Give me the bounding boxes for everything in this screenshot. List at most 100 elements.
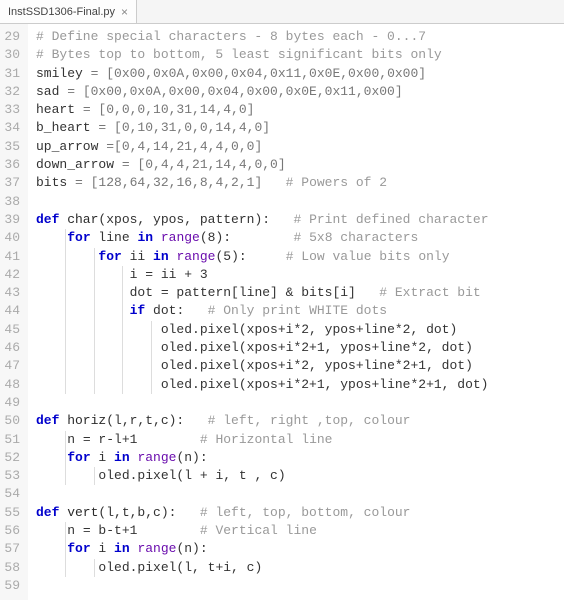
code-line[interactable]: # Bytes top to bottom, 5 least significa… [36,46,556,64]
code-line[interactable]: oled.pixel(xpos+i*2, ypos+line*2+1, dot) [36,357,556,375]
code-line[interactable]: def vert(l,t,b,c): # left, top, bottom, … [36,504,556,522]
line-number: 43 [4,284,20,302]
file-tab[interactable]: InstSSD1306-Final.py × [0,0,137,23]
indent-guide [94,302,95,320]
code-line[interactable]: n = r-l+1 # Horizontal line [36,431,556,449]
line-number: 31 [4,65,20,83]
line-number: 44 [4,302,20,320]
line-number: 49 [4,394,20,412]
indent-guide [94,339,95,357]
code-line[interactable]: b_heart = [0,10,31,0,0,14,4,0] [36,119,556,137]
indent-guide [151,376,152,394]
code-line[interactable]: for line in range(8): # 5x8 characters [36,229,556,247]
line-number: 57 [4,540,20,558]
line-number: 47 [4,357,20,375]
code-line[interactable]: heart = [0,0,0,10,31,14,4,0] [36,101,556,119]
line-number: 50 [4,412,20,430]
code-line[interactable]: bits = [128,64,32,16,8,4,2,1] # Powers o… [36,174,556,192]
indent-guide [65,540,66,558]
line-number: 52 [4,449,20,467]
code-line[interactable]: def horiz(l,r,t,c): # left, right ,top, … [36,412,556,430]
line-number: 37 [4,174,20,192]
indent-guide [65,229,66,247]
line-number: 56 [4,522,20,540]
indent-guide [65,339,66,357]
indent-guide [94,266,95,284]
code-editor[interactable]: 2930313233343536373839404142434445464748… [0,24,564,600]
code-line[interactable]: n = b-t+1 # Vertical line [36,522,556,540]
indent-guide [122,284,123,302]
tab-filename: InstSSD1306-Final.py [8,6,115,18]
code-line[interactable]: for ii in range(5): # Low value bits onl… [36,248,556,266]
line-number: 55 [4,504,20,522]
line-number: 35 [4,138,20,156]
code-area[interactable]: # Define special characters - 8 bytes ea… [28,24,564,600]
indent-guide [94,376,95,394]
code-line[interactable] [36,193,556,211]
line-number: 29 [4,28,20,46]
indent-guide [94,467,95,485]
close-icon[interactable]: × [121,5,128,19]
indent-guide [94,284,95,302]
line-number: 48 [4,376,20,394]
code-line[interactable]: # Define special characters - 8 bytes ea… [36,28,556,46]
code-line[interactable]: for i in range(n): [36,449,556,467]
indent-guide [65,522,66,540]
indent-guide [122,376,123,394]
code-line[interactable]: dot = pattern[line] & bits[i] # Extract … [36,284,556,302]
line-number: 34 [4,119,20,137]
code-line[interactable]: for i in range(n): [36,540,556,558]
code-line[interactable]: oled.pixel(xpos+i*2+1, ypos+line*2+1, do… [36,376,556,394]
indent-guide [122,339,123,357]
line-number: 58 [4,559,20,577]
code-line[interactable]: smiley = [0x00,0x0A,0x00,0x04,0x11,0x0E,… [36,65,556,83]
indent-guide [122,302,123,320]
indent-guide [65,302,66,320]
indent-guide [65,467,66,485]
line-number: 51 [4,431,20,449]
line-number-gutter: 2930313233343536373839404142434445464748… [0,24,28,600]
line-number: 46 [4,339,20,357]
line-number: 36 [4,156,20,174]
code-line[interactable]: oled.pixel(l, t+i, c) [36,559,556,577]
code-line[interactable]: if dot: # Only print WHITE dots [36,302,556,320]
indent-guide [151,321,152,339]
indent-guide [94,357,95,375]
code-line[interactable]: oled.pixel(xpos+i*2+1, ypos+line*2, dot) [36,339,556,357]
indent-guide [122,266,123,284]
line-number: 59 [4,577,20,595]
indent-guide [65,248,66,266]
line-number: 53 [4,467,20,485]
code-line[interactable]: oled.pixel(l + i, t , c) [36,467,556,485]
code-line[interactable] [36,577,556,595]
indent-guide [151,339,152,357]
tab-bar: InstSSD1306-Final.py × [0,0,564,24]
indent-guide [65,559,66,577]
code-line[interactable]: sad = [0x00,0x0A,0x00,0x04,0x00,0x0E,0x1… [36,83,556,101]
indent-guide [122,321,123,339]
line-number: 42 [4,266,20,284]
indent-guide [65,431,66,449]
code-line[interactable] [36,485,556,503]
line-number: 30 [4,46,20,64]
indent-guide [94,559,95,577]
indent-guide [65,321,66,339]
indent-guide [94,321,95,339]
line-number: 32 [4,83,20,101]
indent-guide [65,357,66,375]
code-line[interactable]: up_arrow =[0,4,14,21,4,4,0,0] [36,138,556,156]
indent-guide [65,266,66,284]
line-number: 38 [4,193,20,211]
code-line[interactable] [36,394,556,412]
line-number: 41 [4,248,20,266]
code-line[interactable]: down_arrow = [0,4,4,21,14,4,0,0] [36,156,556,174]
code-line[interactable]: i = ii + 3 [36,266,556,284]
code-line[interactable]: oled.pixel(xpos+i*2, ypos+line*2, dot) [36,321,556,339]
line-number: 45 [4,321,20,339]
line-number: 40 [4,229,20,247]
indent-guide [65,376,66,394]
indent-guide [151,357,152,375]
indent-guide [65,449,66,467]
code-line[interactable]: def char(xpos, ypos, pattern): # Print d… [36,211,556,229]
line-number: 54 [4,485,20,503]
